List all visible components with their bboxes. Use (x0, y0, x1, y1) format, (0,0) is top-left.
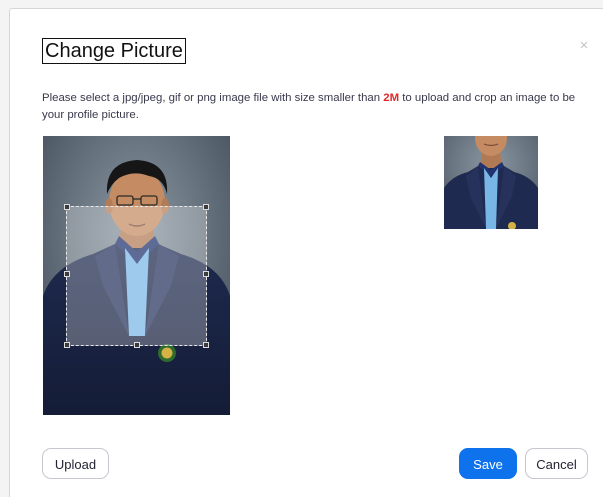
crop-handle-bottom-right[interactable] (203, 342, 209, 348)
upload-button[interactable]: Upload (42, 448, 109, 479)
instructions-text-prefix: Please select a jpg/jpeg, gif or png ima… (42, 92, 384, 104)
close-icon (580, 41, 588, 49)
crop-preview (444, 136, 538, 229)
cancel-button[interactable]: Cancel (525, 448, 588, 479)
crop-handle-top-right[interactable] (203, 204, 209, 210)
crop-handle-top-left[interactable] (64, 204, 70, 210)
dialog-title: Change Picture (42, 38, 186, 64)
size-limit-highlight: 2M (383, 92, 400, 104)
save-button[interactable]: Save (459, 448, 517, 479)
crop-handle-middle-left[interactable] (64, 271, 70, 277)
crop-handle-middle-right[interactable] (203, 271, 209, 277)
crop-preview-image (444, 136, 538, 229)
close-button[interactable] (577, 38, 591, 52)
change-picture-dialog: Change Picture Please select a jpg/jpeg,… (9, 8, 603, 497)
crop-selection-box[interactable] (64, 204, 209, 348)
source-photo (43, 136, 230, 415)
crop-handle-bottom-left[interactable] (64, 342, 70, 348)
upload-instructions: Please select a jpg/jpeg, gif or png ima… (42, 90, 587, 124)
crop-handle-bottom-center[interactable] (134, 342, 140, 348)
